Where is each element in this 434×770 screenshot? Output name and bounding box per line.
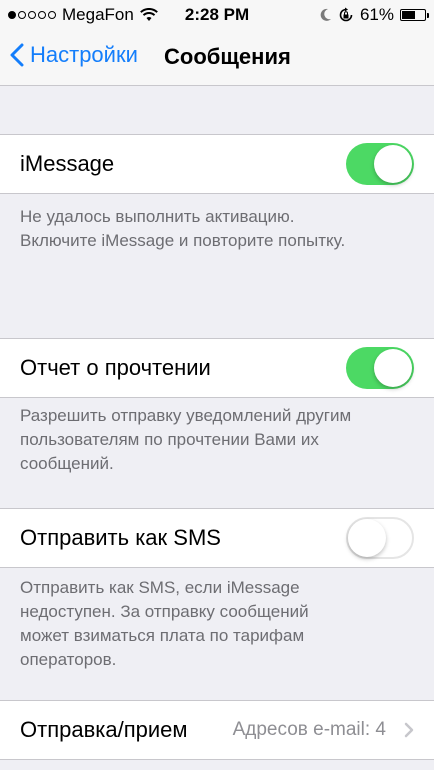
footer-line: Разрешить отправку уведомлений другим	[20, 406, 352, 425]
read-receipts-row: Отчет о прочтении	[0, 338, 434, 398]
battery-percent: 61%	[359, 5, 394, 24]
toggle-knob	[374, 349, 412, 387]
imessage-label: iMessage	[20, 151, 115, 176]
send-as-sms-toggle[interactable]	[346, 517, 414, 559]
rotation-lock-icon	[339, 7, 353, 22]
battery-fill	[402, 11, 415, 19]
battery-icon	[400, 9, 429, 21]
footer-line: операторов.	[20, 650, 117, 669]
imessage-row: iMessage	[0, 134, 434, 194]
footer-line: сообщений.	[20, 454, 114, 473]
imessage-toggle[interactable]	[346, 143, 414, 185]
read-receipts-label: Отчет о прочтении	[20, 355, 211, 380]
read-receipts-footer: Разрешить отправку уведомлений другим по…	[20, 404, 420, 476]
footer-line: Отправить как SMS, если iMessage	[20, 578, 300, 597]
page-title: Сообщения	[164, 44, 291, 69]
moon-icon	[320, 8, 331, 21]
toggle-knob	[374, 145, 412, 183]
imessage-footer: Не удалось выполнить активацию. Включите…	[20, 205, 420, 253]
send-receive-detail: Адресов e-mail: 4	[232, 719, 386, 740]
chevron-left-icon	[10, 43, 24, 67]
footer-line: пользователям по прочтении Вами их	[20, 430, 319, 449]
footer-line: недоступен. За отправку сообщений	[20, 602, 309, 621]
read-receipts-toggle[interactable]	[346, 347, 414, 389]
back-button-label: Настройки	[30, 42, 138, 67]
send-as-sms-row: Отправить как SMS	[0, 508, 434, 568]
status-bar-right: 61%	[320, 5, 429, 25]
chevron-right-icon	[404, 722, 414, 738]
navigation-bar: Настройки Сообщения	[0, 30, 434, 86]
send-receive-row[interactable]: Отправка/прием Адресов e-mail: 4	[0, 700, 434, 760]
status-bar: MegaFon 2:28 PM 61%	[0, 0, 434, 30]
send-as-sms-footer: Отправить как SMS, если iMessage недосту…	[20, 576, 420, 672]
send-receive-label: Отправка/прием	[20, 717, 188, 742]
send-as-sms-label: Отправить как SMS	[20, 525, 221, 550]
footer-line: Включите iMessage и повторите попытку.	[20, 231, 346, 250]
back-button[interactable]: Настройки	[10, 42, 138, 68]
footer-line: может взиматься плата по тарифам	[20, 626, 305, 645]
footer-line: Не удалось выполнить активацию.	[20, 207, 295, 226]
toggle-knob	[348, 519, 386, 557]
